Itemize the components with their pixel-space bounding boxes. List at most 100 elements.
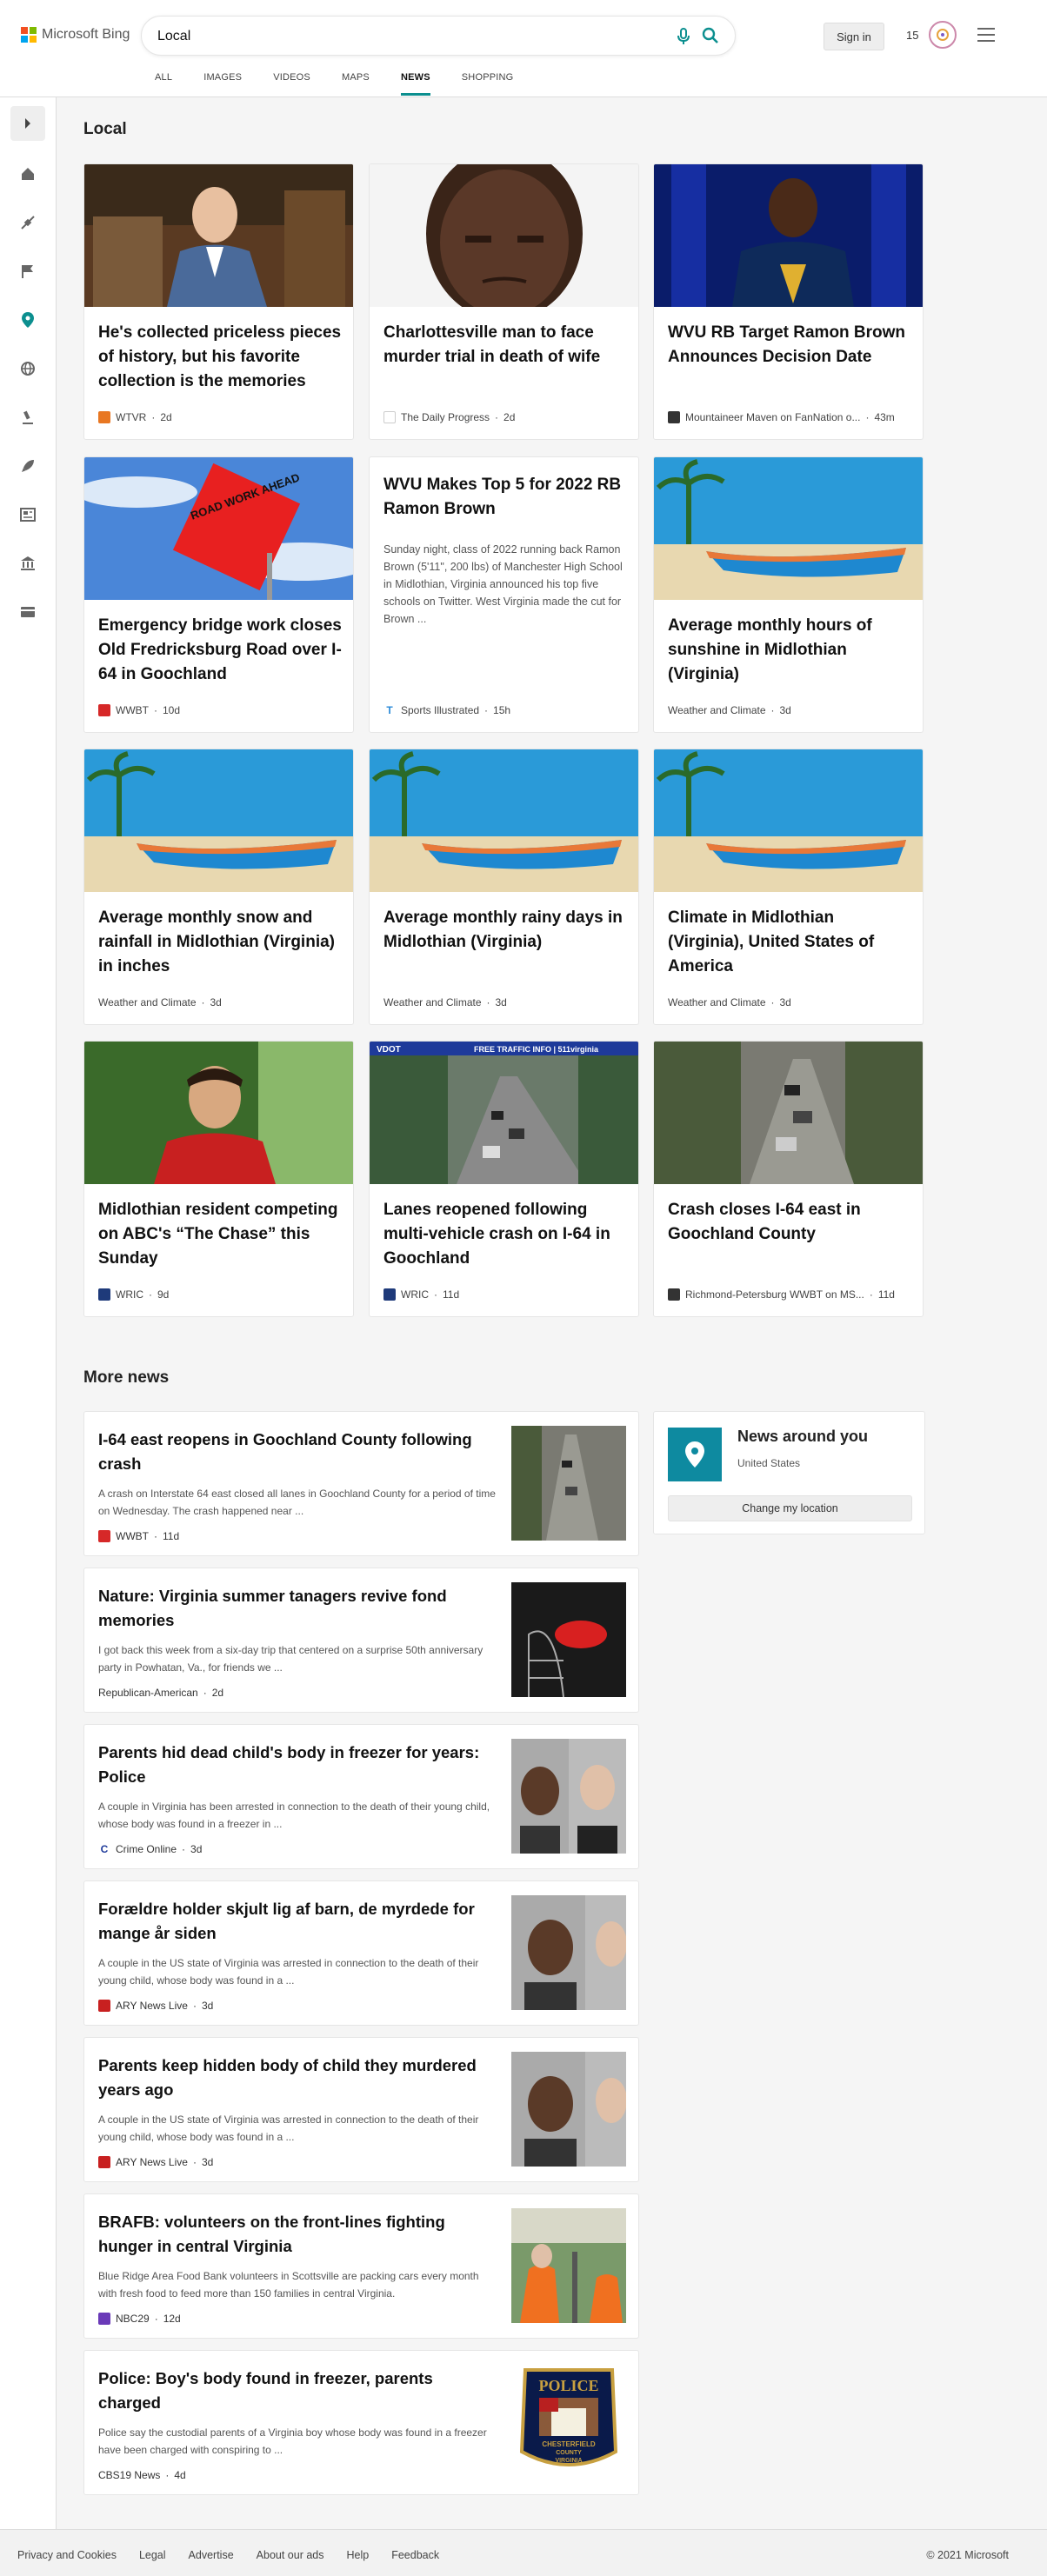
hamburger-menu-icon[interactable] [977,28,995,46]
news-title[interactable]: Climate in Midlothian (Virginia), United… [668,906,911,979]
news-age: 3d [210,996,222,1008]
news-title[interactable]: Lanes reopened following multi-vehicle c… [383,1198,627,1271]
news-title[interactable]: BRAFB: volunteers on the front-lines fig… [98,2210,481,2259]
news-card[interactable]: Average monthly hours of sunshine in Mid… [653,456,924,733]
change-location-button[interactable]: Change my location [668,1495,912,1521]
badge-text-line2: COUNTY [556,2450,582,2456]
news-card[interactable]: VDOT FREE TRAFFIC INFO | 511virginia Lane… [369,1041,639,1317]
satellite-icon[interactable] [17,212,38,233]
news-card[interactable]: Climate in Midlothian (Virginia), United… [653,749,924,1025]
footer-link-about-ads[interactable]: About our ads [257,2549,324,2561]
news-title[interactable]: WVU Makes Top 5 for 2022 RB Ramon Brown [383,473,627,522]
flag-icon[interactable] [17,261,38,282]
news-title[interactable]: Midlothian resident competing on ABC's “… [98,1198,342,1271]
microscope-icon[interactable] [17,407,38,428]
news-thumbnail[interactable] [511,1739,626,1854]
news-snippet: Blue Ridge Area Food Bank volunteers in … [98,2270,479,2300]
news-thumbnail[interactable] [511,1582,626,1697]
list-item[interactable]: Nature: Virginia summer tanagers revive … [83,1568,639,1713]
search-tabs: ALL IMAGES VIDEOS MAPS NEWS SHOPPING [155,70,544,96]
source-logo-icon [668,1288,680,1301]
news-source: WRIC [116,1288,143,1301]
footer-link-advertise[interactable]: Advertise [189,2549,234,2561]
tab-maps[interactable]: MAPS [342,70,370,96]
search-icon[interactable] [702,27,719,49]
bank-icon[interactable] [17,553,38,574]
news-source: CBS19 News [98,2469,161,2481]
list-item[interactable]: BRAFB: volunteers on the front-lines fig… [83,2193,639,2339]
tab-videos[interactable]: VIDEOS [273,70,310,96]
news-title[interactable]: Average monthly snow and rainfall in Mid… [98,906,342,979]
news-title[interactable]: Average monthly hours of sunshine in Mid… [668,614,911,687]
news-meta: Republican-American · 2d [98,1687,224,1699]
news-title[interactable]: Emergency bridge work closes Old Fredric… [98,614,342,687]
rocket-icon[interactable] [17,456,38,476]
news-title[interactable]: Parents hid dead child's body in freezer… [98,1741,481,1789]
news-age: 3d [201,2156,214,2168]
news-thumbnail[interactable] [511,2208,626,2323]
source-logo-icon [98,2313,110,2325]
news-meta: Weather and Climate · 3d [668,996,791,1008]
news-card[interactable]: ROAD WORK AHEAD Emergency bridge work cl… [83,456,354,733]
news-meta: CBS19 News · 4d [98,2469,186,2481]
footer-link-help[interactable]: Help [347,2549,370,2561]
news-meta: Weather and Climate · 3d [668,704,791,716]
microsoft-logo-icon [21,27,37,43]
sign-in-button[interactable]: Sign in [824,23,884,50]
news-title[interactable]: WVU RB Target Ramon Brown Announces Deci… [668,321,911,369]
expand-icon[interactable] [10,106,45,141]
news-meta: Richmond-Petersburg WWBT on MS... · 11d [668,1288,895,1301]
news-card[interactable]: WVU RB Target Ramon Brown Announces Deci… [653,163,924,440]
news-meta: WWBT · 11d [98,1530,179,1542]
news-image [84,164,353,307]
list-item[interactable]: Parents keep hidden body of child they m… [83,2037,639,2182]
bing-logo[interactable]: Microsoft Bing [21,27,130,43]
news-card[interactable]: He's collected priceless pieces of histo… [83,163,354,440]
footer-link-feedback[interactable]: Feedback [391,2549,439,2561]
tab-images[interactable]: IMAGES [203,70,242,96]
tab-shopping[interactable]: SHOPPING [462,70,514,96]
home-icon[interactable] [17,163,38,184]
news-source: WWBT [116,704,149,716]
list-item[interactable]: Forældre holder skjult lig af barn, de m… [83,1880,639,2026]
globe-icon[interactable] [17,358,38,379]
news-meta: Mountaineer Maven on FanNation o... · 43m [668,411,895,423]
news-thumbnail[interactable] [511,1895,626,2010]
search-input[interactable] [157,25,644,48]
news-source: Weather and Climate [98,996,197,1008]
news-title[interactable]: He's collected priceless pieces of histo… [98,321,342,394]
footer-link-legal[interactable]: Legal [139,2549,166,2561]
rewards-icon[interactable] [929,21,957,49]
news-title[interactable]: Parents keep hidden body of child they m… [98,2053,481,2102]
news-age: 43m [874,411,895,423]
news-thumbnail[interactable] [511,2052,626,2167]
police-badge-logo[interactable]: POLICE CHESTERFIELD COUNTY VIRGINIA [511,2365,626,2479]
news-card[interactable]: WVU Makes Top 5 for 2022 RB Ramon Brown … [369,456,639,733]
newspaper-icon[interactable] [17,504,38,525]
section-title-local: Local [83,120,127,138]
credit-card-icon[interactable] [17,602,38,622]
news-title[interactable]: Forældre holder skjult lig af barn, de m… [98,1897,481,1946]
news-title[interactable]: Police: Boy's body found in freezer, par… [98,2366,481,2415]
footer-link-privacy[interactable]: Privacy and Cookies [17,2549,117,2561]
list-item[interactable]: Police: Boy's body found in freezer, par… [83,2350,639,2495]
news-image: ROAD WORK AHEAD [84,457,353,600]
list-item[interactable]: I-64 east reopens in Goochland County fo… [83,1411,639,1556]
list-item[interactable]: Parents hid dead child's body in freezer… [83,1724,639,1869]
microphone-icon[interactable] [677,28,690,50]
news-title[interactable]: Nature: Virginia summer tanagers revive … [98,1584,481,1633]
news-card[interactable]: Average monthly snow and rainfall in Mid… [83,749,354,1025]
location-pin-icon[interactable] [17,310,38,330]
news-title[interactable]: Average monthly rainy days in Midlothian… [383,906,627,955]
tab-all[interactable]: ALL [155,70,172,96]
news-thumbnail[interactable] [511,1426,626,1541]
news-card[interactable]: Crash closes I-64 east in Goochland Coun… [653,1041,924,1317]
news-title[interactable]: I-64 east reopens in Goochland County fo… [98,1428,481,1476]
news-title[interactable]: Crash closes I-64 east in Goochland Coun… [668,1198,911,1247]
news-card[interactable]: Charlottesville man to face murder trial… [369,163,639,440]
news-card[interactable]: Average monthly rainy days in Midlothian… [369,749,639,1025]
news-title[interactable]: Charlottesville man to face murder trial… [383,321,627,369]
tab-news[interactable]: NEWS [400,70,430,96]
news-age: 4d [174,2469,186,2481]
news-card[interactable]: Midlothian resident competing on ABC's “… [83,1041,354,1317]
